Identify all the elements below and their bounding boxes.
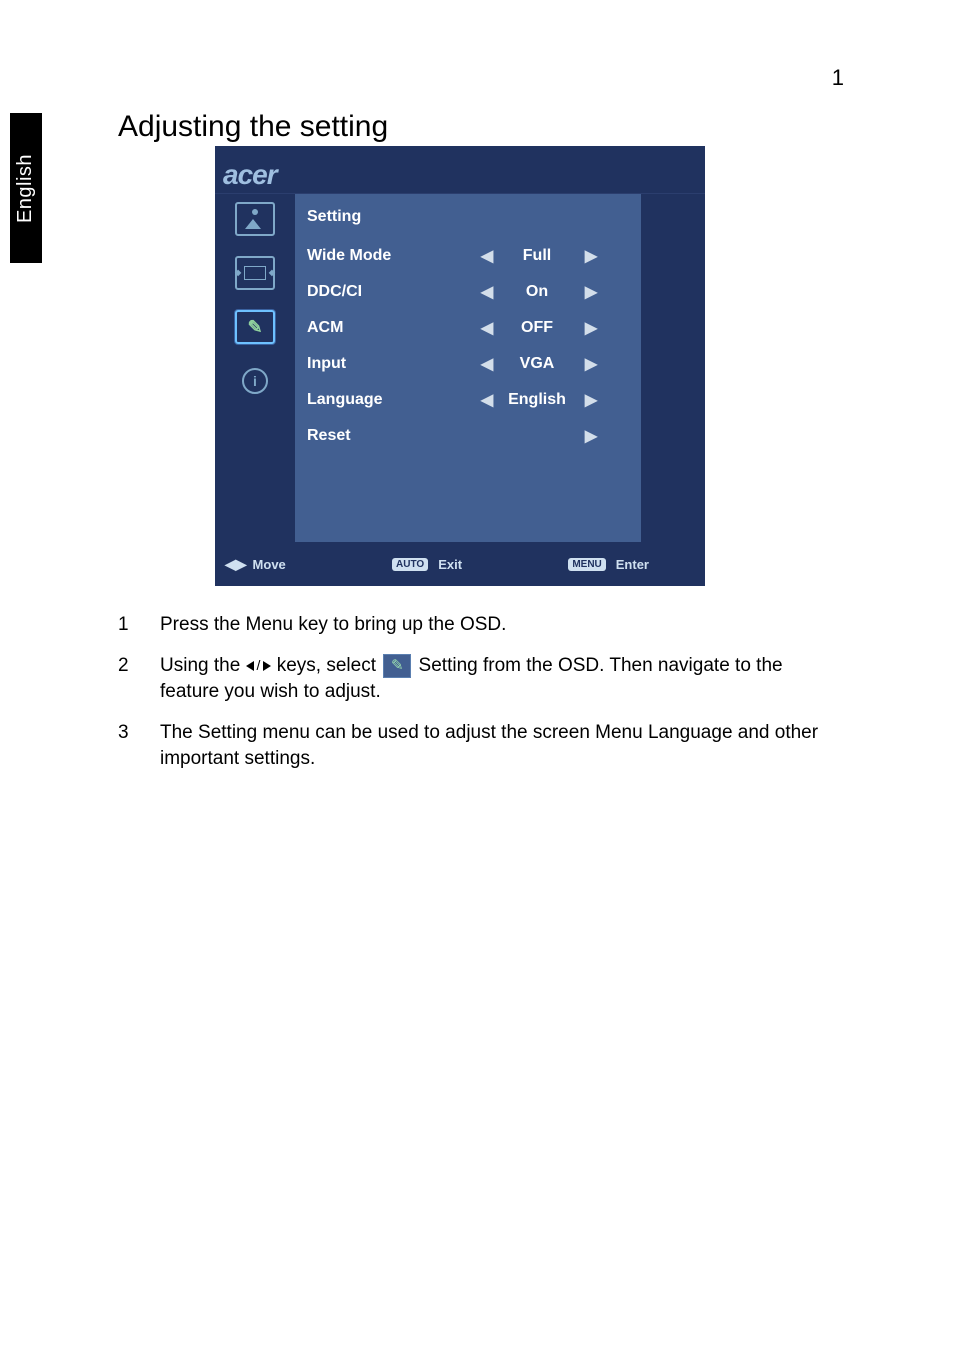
osd-body: ✎ i Setting Wide Mode ◀ Full ▶ DDC/CI ◀ …: [215, 194, 705, 542]
adjust-icon-glyph: [244, 266, 266, 280]
step-text: Using the / keys, select ✎ Setting from …: [160, 653, 838, 706]
osd-header: acer: [215, 146, 705, 194]
language-tab-label: English: [15, 153, 38, 222]
setting-icon[interactable]: ✎: [235, 310, 275, 344]
page-number: 1: [832, 65, 844, 91]
instruction-list: 1 Press the Menu key to bring up the OSD…: [118, 612, 838, 787]
step-text: The Setting menu can be used to adjust t…: [160, 720, 838, 773]
footer-exit-label: Exit: [438, 557, 462, 572]
inline-right-arrow-icon: [263, 661, 271, 671]
row-value: English: [497, 391, 577, 409]
step2-mid: keys, select: [277, 655, 382, 676]
info-icon-glyph: i: [242, 368, 268, 394]
arrow-left-icon[interactable]: ◀: [477, 354, 497, 374]
arrow-right-icon[interactable]: ▶: [581, 426, 601, 446]
setting-icon-glyph: ✎: [247, 317, 262, 338]
step-number: 2: [118, 653, 160, 706]
row-value: VGA: [497, 355, 577, 373]
footer-auto-box: AUTO: [392, 558, 428, 571]
arrow-right-icon[interactable]: ▶: [581, 318, 601, 338]
step-number: 1: [118, 612, 160, 639]
arrow-left-icon[interactable]: ◀: [477, 390, 497, 410]
page-title: Adjusting the setting: [118, 110, 388, 144]
row-value: OFF: [497, 319, 577, 337]
footer-arrows-icon: ◀▶: [225, 556, 247, 573]
arrow-right-icon[interactable]: ▶: [581, 354, 601, 374]
instruction-step-2: 2 Using the / keys, select ✎ Setting fro…: [118, 653, 838, 706]
osd-panel: acer ✎ i Setting Wide Mode ◀ Full ▶: [215, 146, 705, 586]
row-value: Full: [497, 247, 577, 265]
instruction-step-1: 1 Press the Menu key to bring up the OSD…: [118, 612, 838, 639]
osd-row-language[interactable]: Language ◀ English ▶: [307, 382, 625, 418]
row-label: Input: [307, 355, 477, 373]
arrow-left-icon[interactable]: ◀: [477, 246, 497, 266]
info-icon[interactable]: i: [235, 364, 275, 398]
arrow-right-icon[interactable]: ▶: [581, 282, 601, 302]
step-text: Press the Menu key to bring up the OSD.: [160, 612, 838, 639]
osd-right-gutter: [641, 194, 705, 542]
osd-row-reset[interactable]: Reset ◀ ▶: [307, 418, 625, 454]
step2-pre: Using the: [160, 655, 246, 676]
inline-slash: /: [257, 657, 261, 673]
osd-footer: ◀▶ Move AUTO Exit MENU Enter: [215, 542, 705, 586]
osd-row-input[interactable]: Input ◀ VGA ▶: [307, 346, 625, 382]
osd-section-title: Setting: [307, 208, 625, 226]
adjust-icon[interactable]: [235, 256, 275, 290]
osd-category-sidebar: ✎ i: [215, 194, 295, 542]
row-label: ACM: [307, 319, 477, 337]
row-label: DDC/CI: [307, 283, 477, 301]
row-label: Wide Mode: [307, 247, 477, 265]
arrow-right-icon[interactable]: ▶: [581, 390, 601, 410]
row-value: On: [497, 283, 577, 301]
inline-left-arrow-icon: [246, 661, 254, 671]
inline-setting-icon: ✎: [383, 654, 411, 678]
instruction-step-3: 3 The Setting menu can be used to adjust…: [118, 720, 838, 773]
arrow-left-icon[interactable]: ◀: [477, 282, 497, 302]
osd-row-wide-mode[interactable]: Wide Mode ◀ Full ▶: [307, 238, 625, 274]
row-label: Reset: [307, 427, 477, 445]
arrow-left-icon[interactable]: ◀: [477, 318, 497, 338]
step-number: 3: [118, 720, 160, 773]
language-tab: English: [10, 113, 42, 263]
picture-icon[interactable]: [235, 202, 275, 236]
footer-menu-box: MENU: [568, 558, 605, 571]
row-label: Language: [307, 391, 477, 409]
arrow-right-icon[interactable]: ▶: [581, 246, 601, 266]
osd-main: Setting Wide Mode ◀ Full ▶ DDC/CI ◀ On ▶…: [295, 194, 641, 542]
footer-enter-label: Enter: [616, 557, 649, 572]
osd-row-ddcci[interactable]: DDC/CI ◀ On ▶: [307, 274, 625, 310]
footer-move-label: Move: [253, 557, 286, 572]
brand-logo: acer: [223, 159, 277, 191]
osd-row-acm[interactable]: ACM ◀ OFF ▶: [307, 310, 625, 346]
